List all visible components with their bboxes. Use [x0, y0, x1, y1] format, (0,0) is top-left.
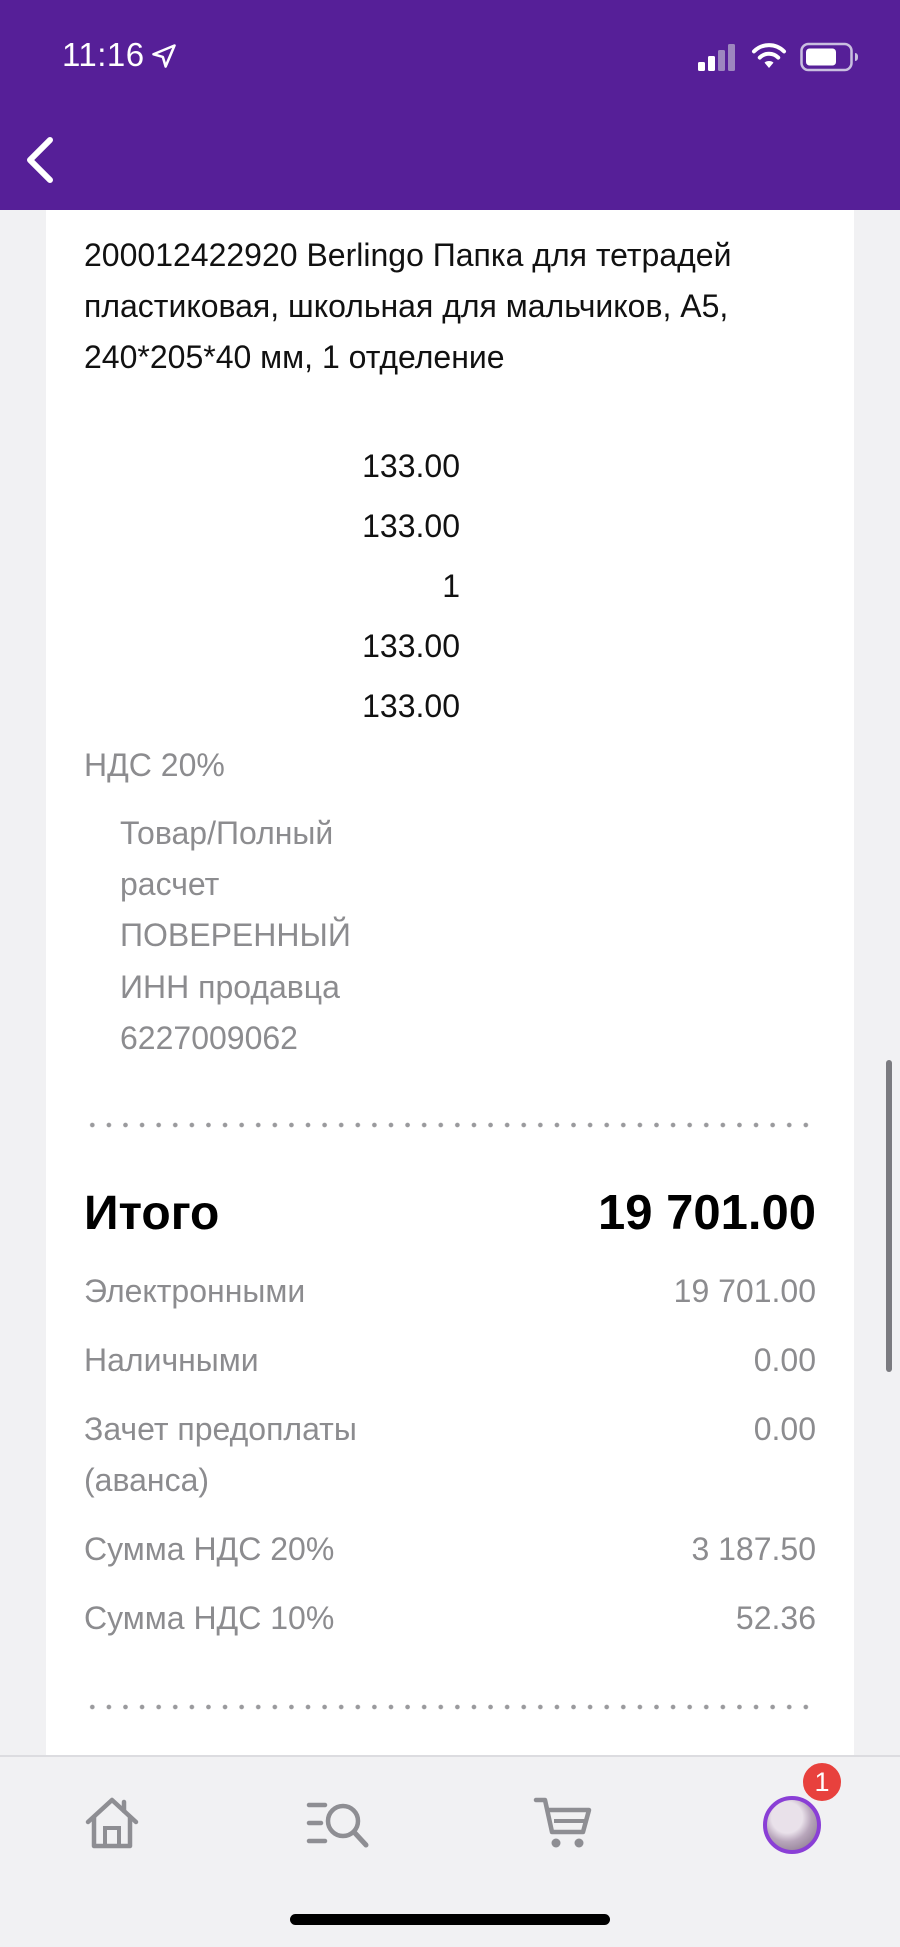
total-label: Итого — [84, 1187, 220, 1240]
item-type-line1: Товар/Полный — [120, 815, 334, 851]
total-row: Итого 19 701.00 — [84, 1185, 816, 1241]
payment-value: 3 187.50 — [691, 1531, 816, 1567]
payment-label: Электронными — [84, 1273, 306, 1309]
battery-icon — [800, 42, 858, 72]
seller-inn-block: ИНН продавца 6227009062 — [120, 962, 520, 1064]
payment-value: 19 701.00 — [673, 1273, 816, 1309]
notification-badge: 1 — [800, 1760, 844, 1804]
header-bar: 11:16 — [0, 0, 900, 210]
payment-label: Наличными — [84, 1342, 259, 1378]
tab-catalog-search[interactable] — [302, 1787, 374, 1859]
payment-row: Зачет предоплаты (аванса) 0.00 — [84, 1404, 816, 1506]
scrollbar[interactable] — [886, 1060, 892, 1372]
payment-label: Зачет предоплаты (аванса) — [84, 1411, 357, 1498]
total-value: 19 701.00 — [598, 1186, 816, 1240]
item-price: 133.00 — [362, 448, 460, 484]
seller-inn-label: ИНН продавца — [120, 969, 340, 1005]
item-agent: ПОВЕРЕННЫЙ — [120, 917, 351, 953]
cart-icon — [533, 1797, 592, 1848]
payment-label: Сумма НДС 10% — [84, 1600, 335, 1636]
payment-row: Сумма НДС 20% 3 187.50 — [84, 1524, 816, 1575]
payment-label: Сумма НДС 20% — [84, 1531, 335, 1567]
tab-cart[interactable] — [528, 1787, 600, 1859]
item-vat-label: НДС 20% — [84, 747, 225, 783]
receipt-card: 200012422920 Berlingo Папка для тетрадей… — [46, 210, 854, 1755]
item-quantity: 1 — [442, 568, 460, 604]
chevron-left-icon — [27, 137, 53, 183]
wifi-icon — [752, 43, 786, 68]
item-type-line2: расчет — [120, 866, 220, 902]
screen: 11:16 200012422920 Berlingo Папка для те… — [0, 0, 900, 1947]
back-button[interactable] — [10, 130, 70, 190]
tab-home[interactable] — [76, 1787, 148, 1859]
item-title: 200012422920 Berlingo Папка для тетрадей… — [84, 237, 732, 375]
status-time: 11:16 — [62, 36, 145, 73]
home-indicator — [290, 1914, 610, 1925]
payment-value: 0.00 — [753, 1342, 816, 1378]
cellular-signal-icon — [698, 44, 735, 71]
location-arrow-icon — [152, 44, 176, 68]
item-price-discounted: 133.00 — [362, 508, 460, 544]
dotted-divider — [84, 1121, 816, 1129]
dotted-divider — [84, 1703, 816, 1711]
payment-row: Электронными 19 701.00 — [84, 1266, 816, 1317]
seller-inn: 6227009062 — [120, 1020, 298, 1056]
item-attributes: Товар/Полный расчет ПОВЕРЕННЫЙ — [120, 808, 520, 961]
search-icon — [306, 1802, 369, 1848]
payment-value: 52.36 — [735, 1600, 816, 1636]
home-icon — [85, 1797, 139, 1849]
item-amount-total: 133.00 — [362, 688, 460, 724]
payment-row: Сумма НДС 10% 52.36 — [84, 1593, 816, 1644]
item-amount: 133.00 — [362, 628, 460, 664]
avatar — [763, 1796, 821, 1854]
payment-value: 0.00 — [753, 1411, 816, 1447]
payment-row: Наличными 0.00 — [84, 1335, 816, 1386]
